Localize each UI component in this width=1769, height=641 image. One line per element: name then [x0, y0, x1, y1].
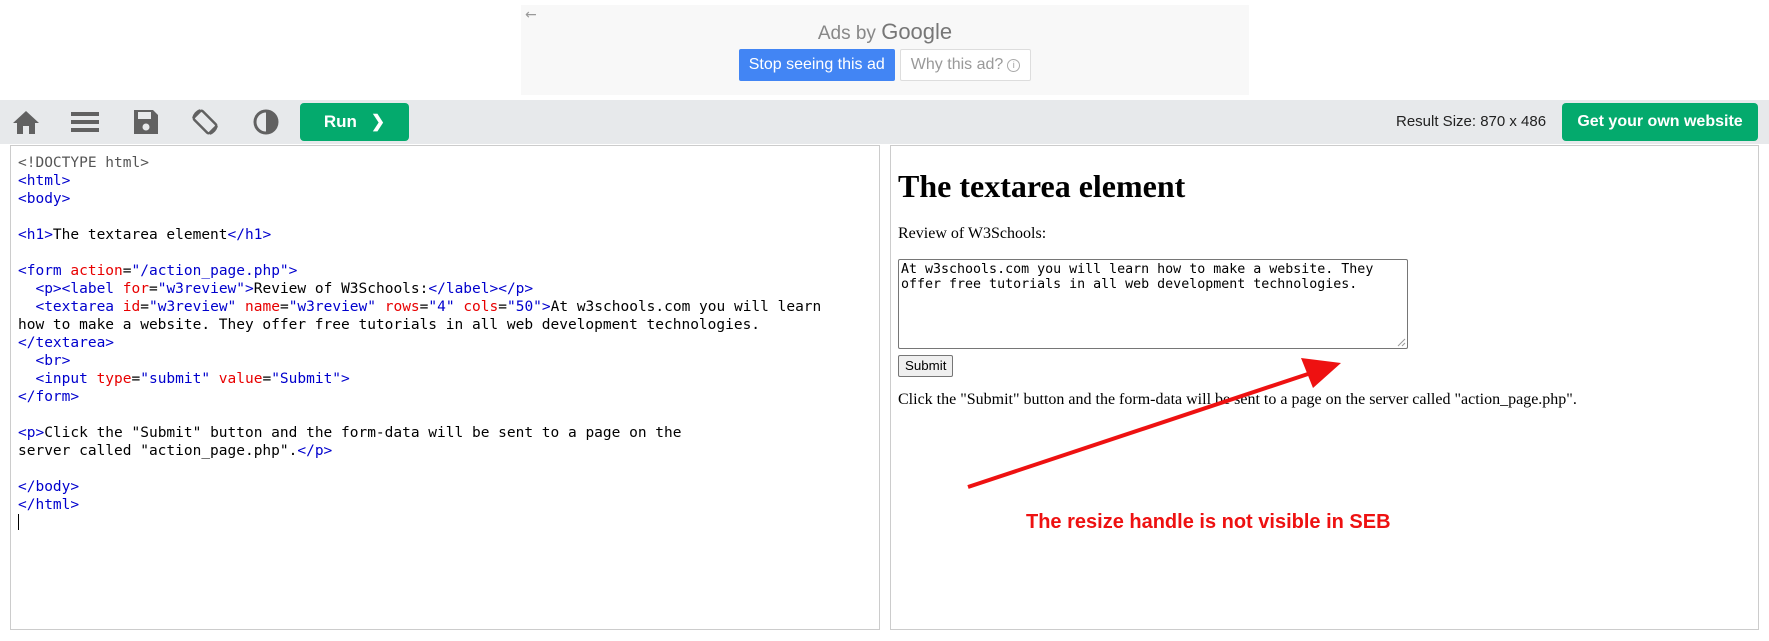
- result-size: Result Size: 870 x 486: [1396, 113, 1547, 130]
- review-textarea[interactable]: At w3schools.com you will learn how to m…: [898, 259, 1408, 349]
- get-your-own-website-button[interactable]: Get your own website: [1562, 103, 1758, 141]
- ad-title: Ads by Google: [521, 19, 1249, 45]
- why-this-ad-label: Why this ad?: [910, 56, 1004, 73]
- code-line: <br>: [18, 353, 71, 369]
- contrast-icon[interactable]: [251, 108, 281, 136]
- info-icon: i: [1007, 59, 1021, 72]
- code-line: <body>: [18, 191, 71, 207]
- code-line: </textarea>: [18, 335, 115, 351]
- code-content[interactable]: <!DOCTYPE html> <html> <body> <h1>The te…: [18, 154, 821, 533]
- run-button-label: Run: [323, 112, 357, 131]
- menu-icon[interactable]: [70, 108, 100, 136]
- result-pane: The textarea element Review of W3Schools…: [890, 145, 1759, 630]
- toolbar: Run ❯ Result Size: 870 x 486 Get your ow…: [0, 100, 1769, 144]
- home-icon[interactable]: [11, 108, 41, 136]
- annotation-text: The resize handle is not visible in SEB: [1026, 511, 1391, 533]
- code-line: <html>: [18, 173, 71, 189]
- submit-button[interactable]: Submit: [898, 355, 954, 377]
- text-cursor: [18, 514, 19, 530]
- stop-seeing-ad-button[interactable]: Stop seeing this ad: [738, 49, 895, 81]
- save-icon[interactable]: [131, 108, 161, 136]
- code-line: <!DOCTYPE html>: [18, 155, 149, 171]
- code-editor[interactable]: <!DOCTYPE html> <html> <body> <h1>The te…: [10, 145, 880, 630]
- resize-grip-icon[interactable]: [1396, 337, 1406, 347]
- red-arrow-annotation: [967, 358, 1341, 489]
- result-paragraph: Click the "Submit" button and the form-d…: [898, 391, 1577, 408]
- why-this-ad-button[interactable]: Why this ad? i: [899, 49, 1032, 81]
- run-button[interactable]: Run ❯: [300, 103, 409, 141]
- ad-banner: ← Ads by Google Stop seeing this ad Why …: [521, 5, 1249, 95]
- google-logo-text: Google: [881, 19, 953, 44]
- code-line: how to make a website. They offer free t…: [18, 317, 761, 333]
- rotate-icon[interactable]: [190, 108, 220, 136]
- code-line: </form>: [18, 389, 80, 405]
- review-label: Review of W3Schools:: [898, 225, 1047, 242]
- ad-title-prefix: Ads by: [817, 23, 876, 44]
- textarea-value: At w3schools.com you will learn how to m…: [901, 262, 1374, 292]
- code-line: </body>: [18, 479, 80, 495]
- result-heading: The textarea element: [898, 168, 1186, 204]
- chevron-right-icon: ❯: [370, 112, 386, 131]
- code-line: </html>: [18, 497, 80, 513]
